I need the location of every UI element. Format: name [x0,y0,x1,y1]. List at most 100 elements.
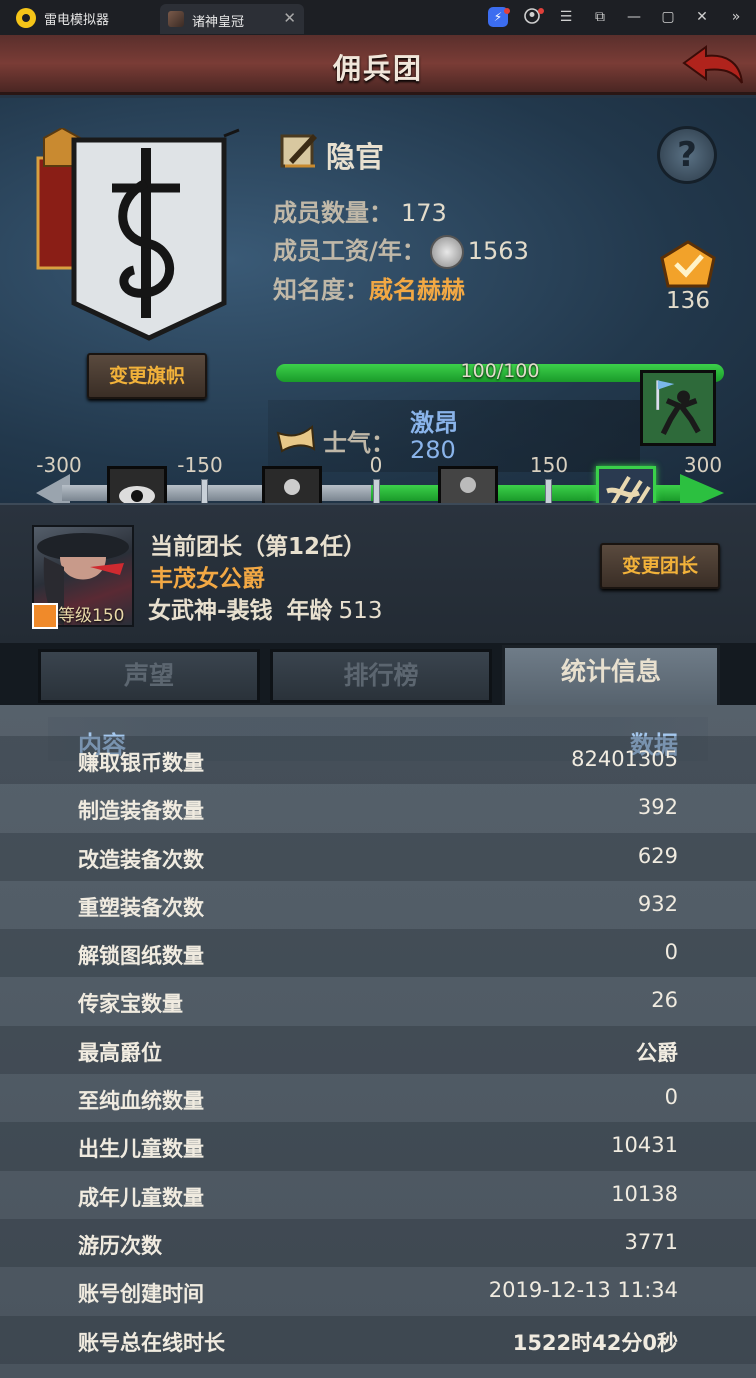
stat-label: 改造装备次数 [78,847,204,872]
expand-sidebar-icon[interactable]: » [726,7,746,27]
help-button[interactable]: ? [657,126,717,184]
maximize-icon[interactable]: ▢ [658,7,678,27]
leader-title: 当前团长（第12任） [150,534,367,560]
tab-leaderboard[interactable]: 排行榜 [270,649,492,703]
stat-label: 账号总在线时长 [78,1330,225,1355]
game-tab-icon [168,11,184,27]
table-row: 赚取银币数量 82401305 [0,736,756,785]
statistics-table[interactable]: 内容 数据 赚取银币数量 82401305 制造装备数量 392 改造装备次数 629 重塑… [0,705,756,1378]
table-row: 改造装备次数 629 [0,832,756,881]
change-leader-button[interactable]: 变更团长 [600,543,720,589]
silver-coin-icon [429,235,464,269]
minimize-icon[interactable]: — [624,7,644,27]
leader-level-value: 150 [92,606,125,626]
stat-label: 最高爵位 [78,1040,162,1065]
stat-label: 解锁图纸数量 [78,944,204,969]
guild-banner [36,128,240,341]
leader-name: 丰茂女公爵 [150,566,265,592]
leader-panel: 等级150 当前团长（第12任） 丰茂女公爵 女武神-裴钱 年龄 513 变更团长 [0,503,756,643]
stat-label: 游历次数 [78,1233,162,1258]
stat-value: 629 [637,843,678,868]
stat-value: 公爵 [636,1040,678,1065]
notification-dot [504,8,510,14]
stat-value: 392 [637,795,678,820]
restore-icon[interactable]: ⧉ [590,7,610,27]
close-icon[interactable]: ✕ [692,7,712,27]
tab-close-icon[interactable]: ✕ [283,9,296,27]
stat-label: 成年儿童数量 [78,1185,204,1210]
stat-value: 932 [637,891,678,916]
menu-icon[interactable]: ☰ [556,7,576,27]
leader-class-row: 女武神-裴钱 年龄 513 [148,591,382,625]
table-row: 重塑装备次数 932 [0,881,756,929]
fame-label: 知名度： [273,276,369,304]
emulator-tab[interactable]: 诸神皇冠 ✕ [160,4,304,34]
table-row: 制造装备数量 392 [0,784,756,832]
quill-icon [280,134,317,168]
stat-label: 赚取银币数量 [78,751,204,775]
salary-row: 成员工资/年： 1563 [273,231,529,269]
leader-level: 等级150 [32,601,138,629]
salary-label: 成员工资/年： [273,237,426,265]
fame-row: 知名度：威名赫赫 [273,270,465,305]
table-row: 出生儿童数量 10431 [0,1122,756,1171]
member-count-value: 173 [401,199,447,227]
stat-value: 2019-12-13 11:34 [488,1278,678,1303]
stat-label: 至纯血统数量 [78,1089,204,1114]
leader-age-label: 年龄 [286,598,333,624]
back-arrow-icon[interactable] [680,43,746,87]
guild-info-panel: 变更旗帜 隐官 ? 成员数量： 173 成员工资/年： 1563 知名度：威名赫赫 … [0,98,756,526]
stat-label: 传家宝数量 [78,992,183,1017]
emulator-titlebar: 雷电模拟器 诸神皇冠 ✕ ⚡ ☰ ⧉ — ▢ ✕ » [0,0,756,35]
stat-value: 0 [664,1085,678,1110]
table-row: 成年儿童数量 10138 [0,1171,756,1219]
table-row: 账号创建时间 2019-12-13 11:34 [0,1267,756,1315]
stat-value: 1522时42分0秒 [512,1330,678,1355]
scale-label-zero: 0 [369,453,383,477]
game-screen: 佣兵团 变更旗帜 隐官 ? 成员数量： 173 成员工资/年： 1563 知名度… [0,35,756,1378]
stat-value: 10138 [611,1181,678,1206]
change-flag-button[interactable]: 变更旗帜 [87,353,207,399]
scale-label-pos: 150 [529,453,569,477]
member-count-row: 成员数量： 173 [273,193,447,228]
stat-label: 出生儿童数量 [78,1137,204,1162]
table-row: 至纯血统数量 0 [0,1074,756,1122]
leader-class: 女武神-裴钱 [148,598,273,624]
stat-value: 3771 [624,1229,678,1254]
notification-dot [538,8,544,14]
stat-value: 82401305 [571,747,678,771]
scale-label-neg: -150 [177,453,223,477]
statistics-rows: 赚取银币数量 82401305 制造装备数量 392 改造装备次数 629 重塑装备次数 93… [0,736,756,1364]
tab-statistics[interactable]: 统计信息 [502,645,720,709]
table-row: 最高爵位 公爵 [0,1025,756,1075]
emulator-logo-icon [16,8,36,28]
morale-state: 激昂 [410,409,458,437]
page-title: 佣兵团 [332,52,423,85]
member-count-label: 成员数量： [273,199,393,227]
guild-rank-name: 隐官 [326,140,385,174]
stat-label: 制造装备数量 [78,799,204,824]
table-row: 游历次数 3771 [0,1218,756,1268]
table-row: 账号总在线时长 1522时42分0秒 [0,1315,756,1364]
tab-reputation[interactable]: 声望 [38,649,260,703]
stat-value: 10431 [611,1133,678,1158]
emulator-tab-title: 诸神皇冠 [192,15,245,30]
leader-age-value: 513 [338,598,383,624]
table-row: 解锁图纸数量 0 [0,929,756,978]
page-header: 佣兵团 [0,35,756,95]
horn-icon [276,425,316,453]
tabs-bar: 声望 排行榜 统计信息 [0,643,756,709]
stat-label: 账号创建时间 [78,1282,204,1307]
emulator-app-name: 雷电模拟器 [44,13,110,28]
salary-value: 1563 [467,237,529,265]
table-row: 传家宝数量 26 [0,977,756,1025]
achievement-count: 136 [666,288,710,314]
morale-value: 280 [410,436,456,464]
leader-level-label: 等级 [58,606,92,626]
morale-status-icon[interactable] [640,370,716,446]
stat-value: 26 [651,988,678,1013]
achievement-badge-icon[interactable] [656,240,720,292]
level-badge-icon [32,603,58,629]
fame-value: 威名赫赫 [369,276,465,304]
stat-value: 0 [664,940,678,965]
